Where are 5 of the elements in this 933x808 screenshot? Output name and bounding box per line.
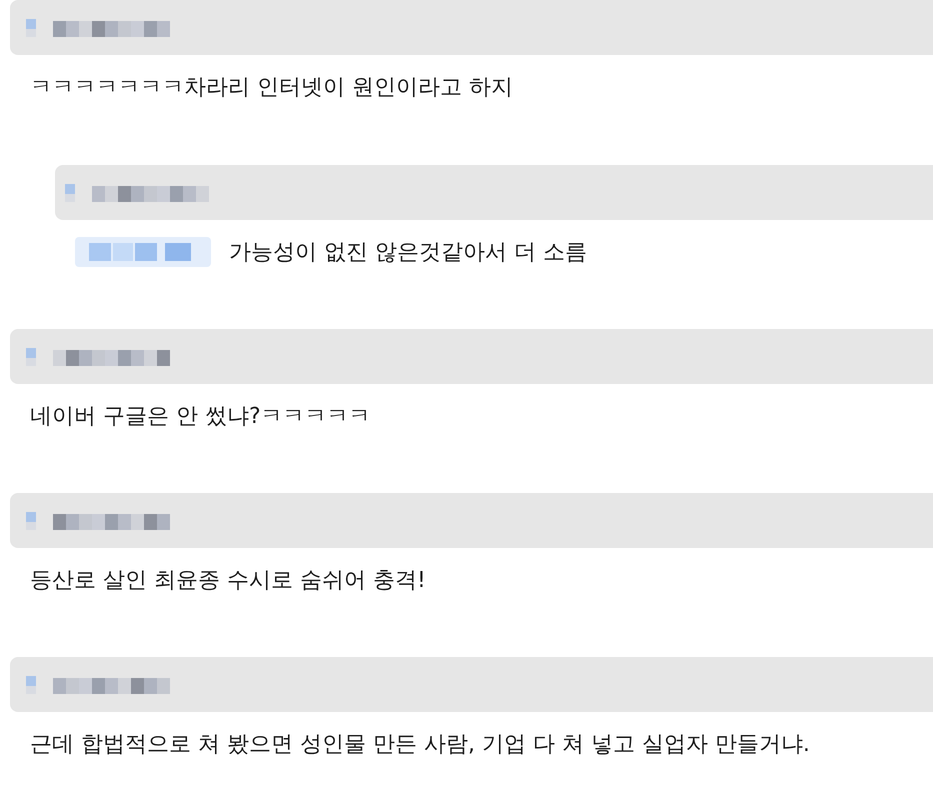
- comment-text: 가능성이 없진 않은것같아서 더 소름: [229, 239, 587, 267]
- comment-text: ㅋㅋㅋㅋㅋㅋㅋ차라리 인터넷이 원인이라고 하지: [30, 74, 513, 102]
- comment-text: 네이버 구글은 안 썼냐?ㅋㅋㅋㅋㅋ: [30, 403, 371, 431]
- comment-text: 등산로 살인 최윤종 수시로 숨쉬어 충격!: [30, 567, 426, 595]
- comment-text: 근데 합법적으로 쳐 봤으면 성인물 만든 사람, 기업 다 쳐 넣고 실업자 만들거냐.: [30, 731, 810, 759]
